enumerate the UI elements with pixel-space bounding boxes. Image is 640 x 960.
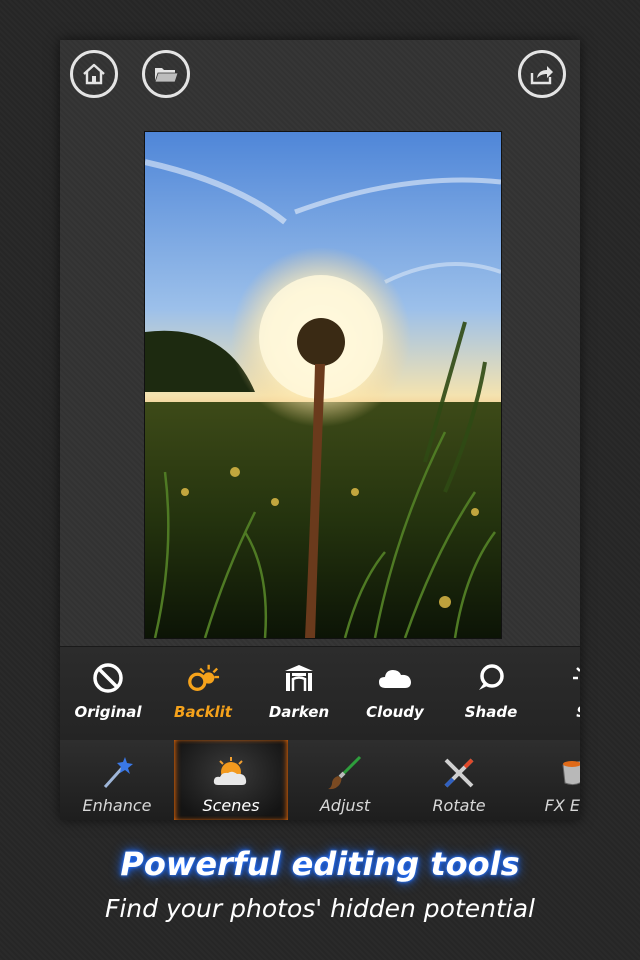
scene-label: Cloudy [366, 703, 424, 721]
scene-original[interactable]: Original [60, 647, 156, 741]
home-icon [83, 63, 105, 85]
scene-cloudy[interactable]: Cloudy [347, 647, 443, 741]
scene-shade[interactable]: Shade [443, 647, 539, 741]
home-button[interactable] [70, 50, 118, 98]
cloud-icon [379, 670, 411, 688]
tool-enhance[interactable]: Enhance [60, 740, 174, 820]
scene-label: Su [576, 703, 580, 721]
crossed-tools-icon [444, 758, 474, 788]
tool-adjust[interactable]: Adjust [288, 740, 402, 820]
scene-sunny[interactable]: Su [539, 647, 580, 741]
scene-label: Original [74, 703, 142, 721]
scene-backlit[interactable]: Backlit [155, 647, 251, 741]
tool-scenes[interactable]: Scenes [174, 740, 288, 820]
share-button[interactable] [518, 50, 566, 98]
scene-label: Shade [464, 703, 518, 721]
sun-icon [573, 667, 580, 680]
share-icon [530, 66, 553, 85]
darken-house-icon [285, 665, 313, 691]
promo-headline: Powerful editing tools [120, 845, 520, 883]
scenes-sun-cloud-icon [213, 757, 247, 785]
tool-tabbar[interactable]: Enhance Scenes Adjust Rotate FX E [60, 740, 580, 820]
tool-label: FX Effe [544, 796, 580, 815]
tool-label: Scenes [202, 796, 260, 815]
tool-fx-effects[interactable]: FX Effe [516, 740, 580, 820]
tool-label: Adjust [319, 796, 371, 815]
scene-label: Darken [268, 703, 330, 721]
no-symbol-icon [93, 663, 123, 693]
backlit-sun-icon [188, 664, 220, 691]
magic-wand-icon [103, 757, 133, 789]
tool-rotate[interactable]: Rotate [402, 740, 516, 820]
promo-subline: Find your photos' hidden potential [104, 894, 535, 923]
dandelion-photo [145, 132, 501, 638]
tool-label: Rotate [432, 796, 486, 815]
photo-preview[interactable] [144, 131, 502, 639]
tool-label: Enhance [82, 796, 152, 815]
paint-bucket-icon [562, 760, 580, 786]
shade-icon [479, 664, 504, 690]
editor-panel: Original Backlit Darken Cloudy Shade Enh… [60, 40, 580, 820]
scene-presets-strip[interactable]: Original Backlit Darken Cloudy Shade [60, 646, 580, 742]
open-folder-button[interactable] [142, 50, 190, 98]
folder-icon [154, 68, 179, 83]
paintbrush-icon [328, 755, 362, 790]
scene-darken[interactable]: Darken [251, 647, 347, 741]
scene-label: Backlit [174, 703, 232, 721]
